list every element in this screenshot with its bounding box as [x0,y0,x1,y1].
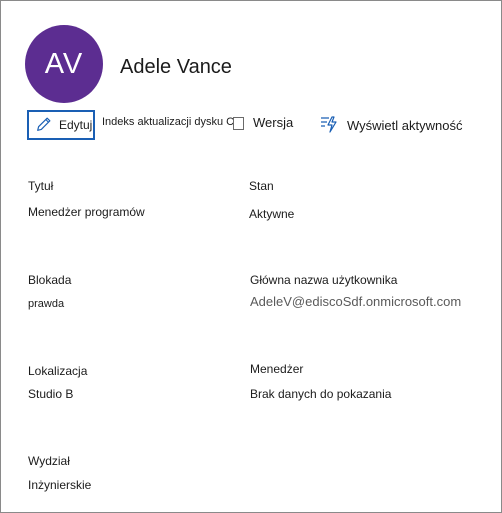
department-label: Wydział [28,454,70,468]
avatar: AV [25,25,103,103]
title-value: Menedżer programów [28,205,145,219]
pencil-icon [35,115,53,136]
manager-label: Menedżer [250,362,304,376]
user-details-panel: AV Adele Vance Edytuj Indeks aktualizacj… [0,0,502,513]
location-value: Studio B [28,387,74,401]
hold-label: Blokada [28,273,72,287]
version-button[interactable]: Wersja [233,115,293,130]
holds-update-button[interactable]: Indeks aktualizacji dysku CD [102,116,242,128]
department-value: Inżynierskie [28,478,92,492]
location-label: Lokalizacja [28,364,88,378]
title-label: Tytuł [28,179,54,193]
version-label: Wersja [253,115,294,130]
activity-icon [319,114,339,137]
hold-value: prawda [28,298,65,310]
upn-label: Główna nazwa użytkownika [250,273,398,287]
avatar-initials: AV [44,47,84,80]
status-label: Stan [249,179,274,193]
status-value: Aktywne [249,207,295,221]
edit-label: Edytuj [59,118,93,132]
view-activity-button[interactable]: Wyświetl aktywność [319,114,462,137]
version-icon [233,117,244,130]
manager-value: Brak danych do pokazania [250,387,392,401]
activity-label: Wyświetl aktywność [347,118,463,133]
user-name: Adele Vance [120,56,232,78]
edit-button[interactable]: Edytuj [27,110,95,140]
upn-value: AdeleV@ediscoSdf.onmicrosoft.com [250,294,462,309]
